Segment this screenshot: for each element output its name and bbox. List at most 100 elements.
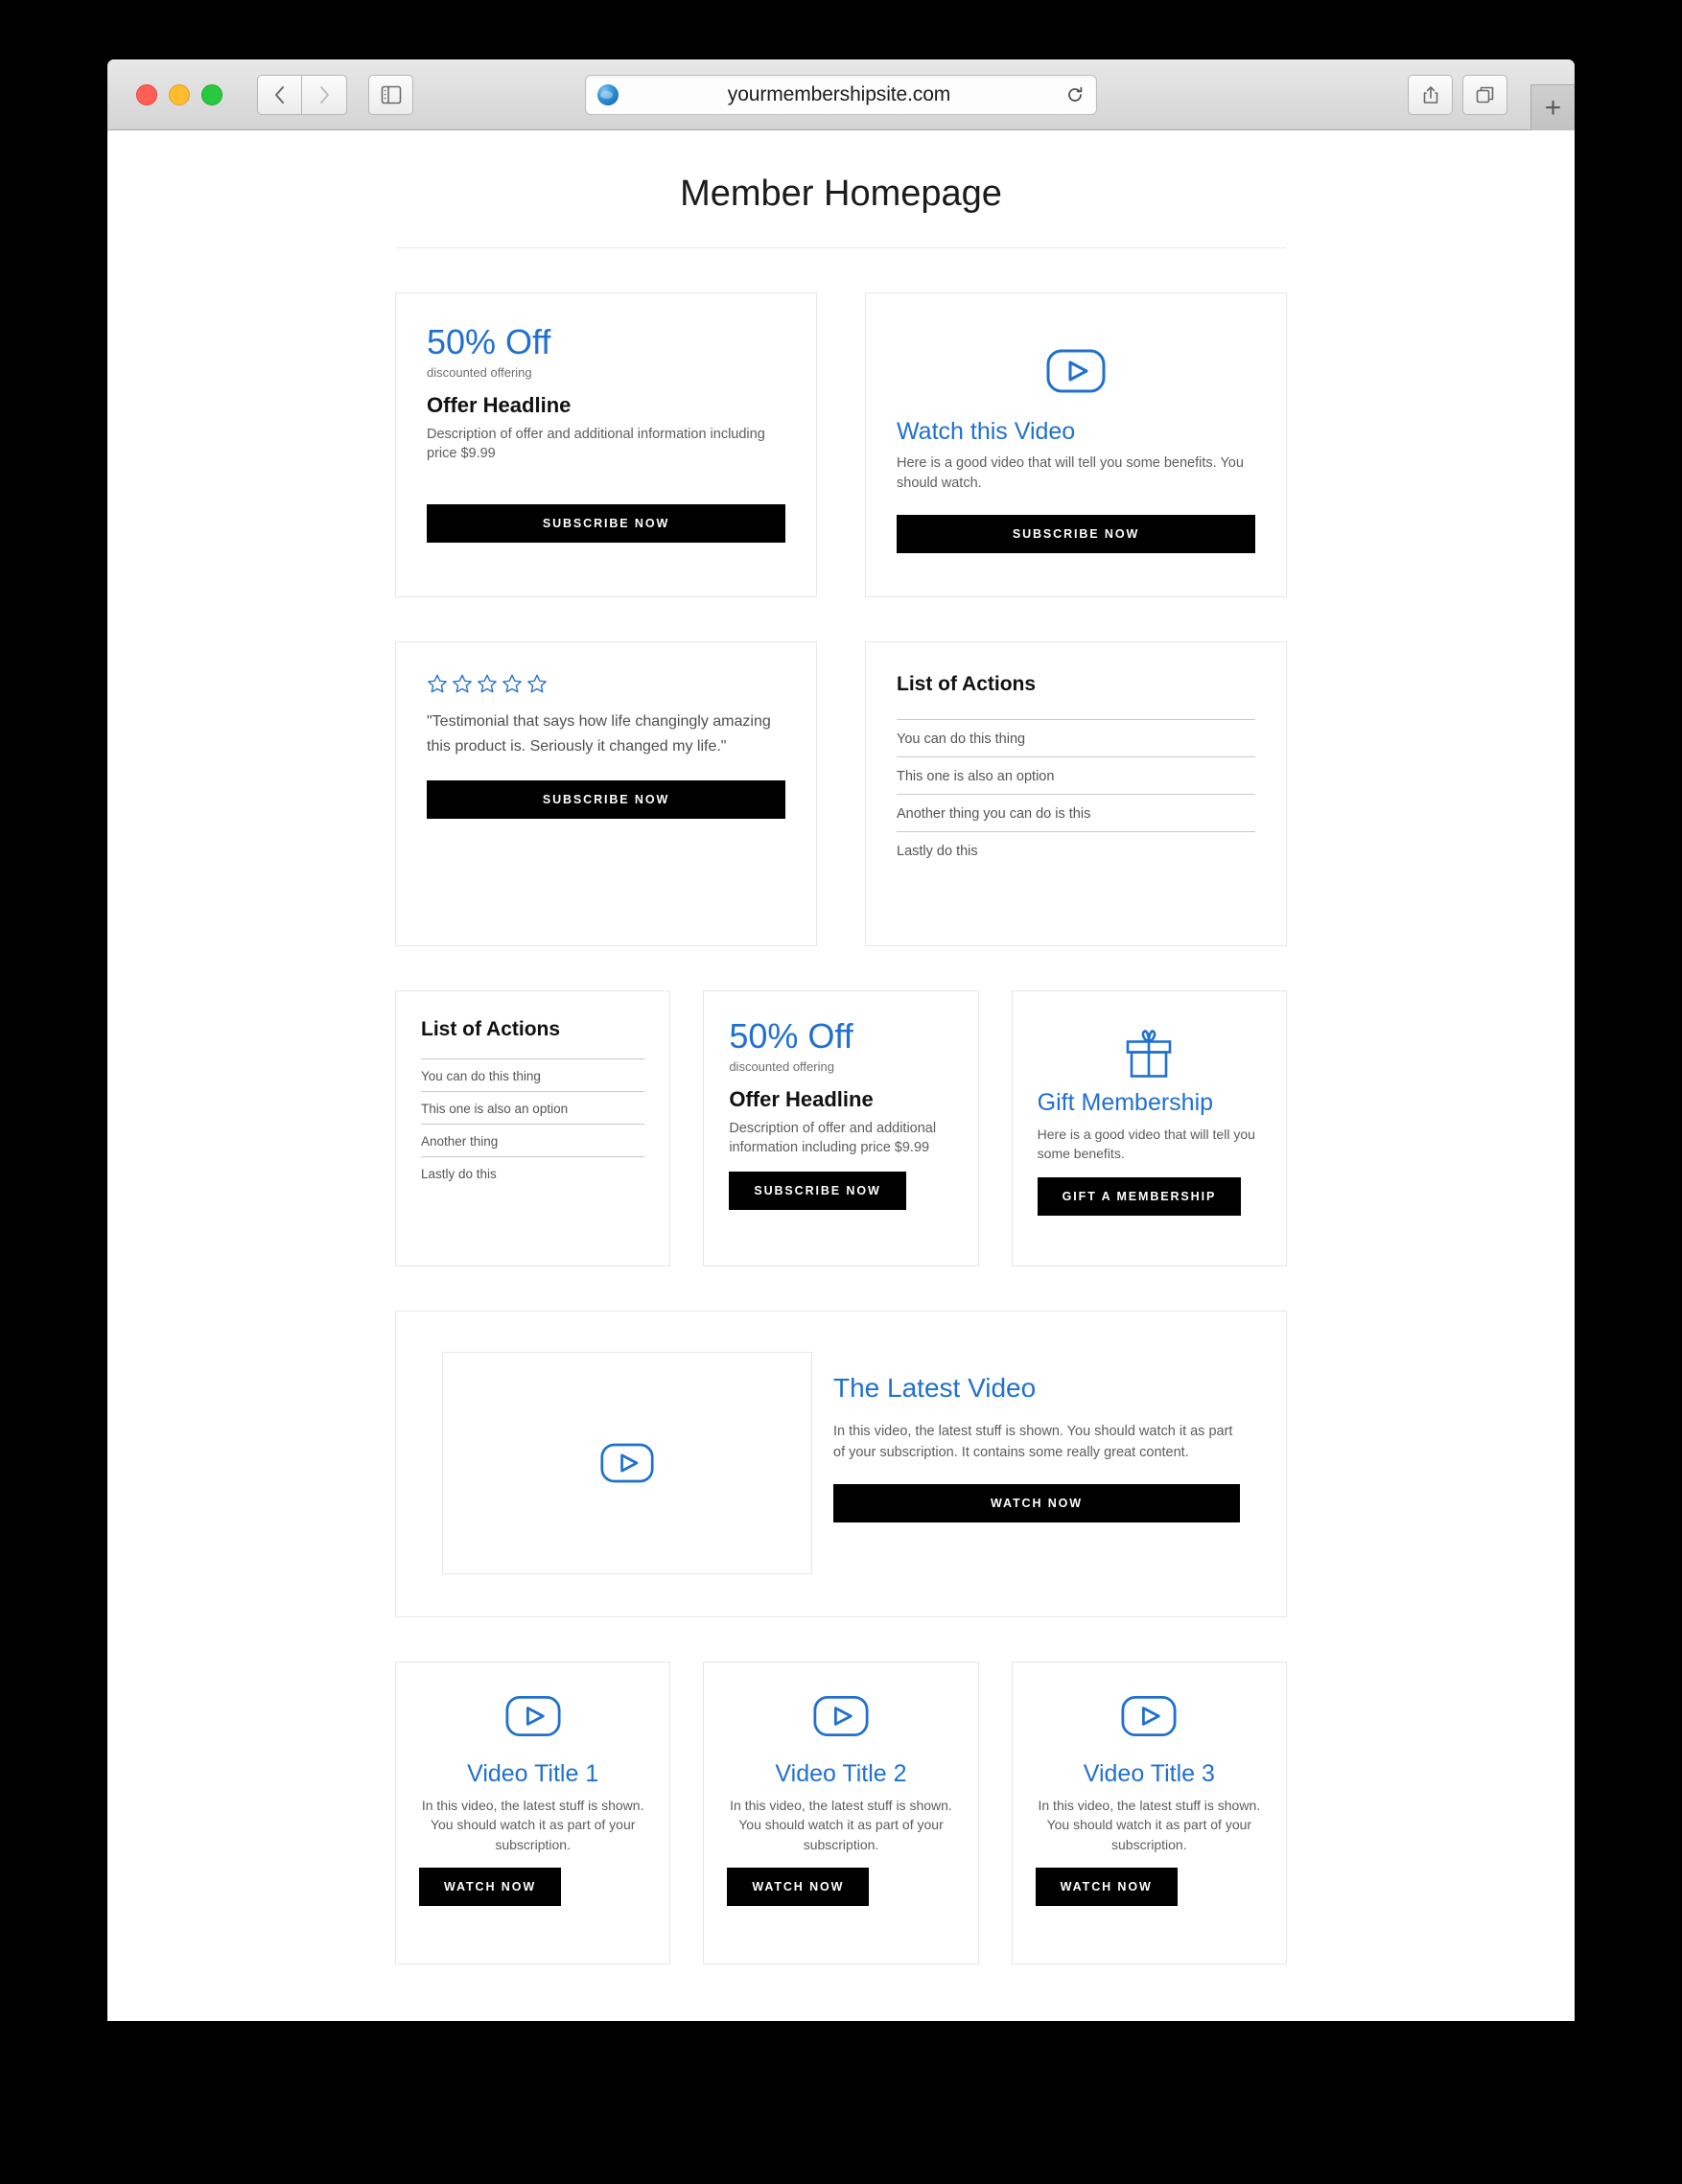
gift-icon[interactable]	[1122, 1028, 1176, 1080]
reload-icon[interactable]	[1065, 85, 1085, 105]
video-card-description: In this video, the latest stuff is shown…	[730, 1798, 952, 1852]
play-video-icon[interactable]	[505, 1695, 561, 1737]
star-icon	[428, 674, 447, 693]
gift-card-description: Here is a good video that will tell you …	[1037, 1127, 1255, 1162]
video-icon-wrap	[727, 1695, 954, 1737]
subscribe-now-button[interactable]: SUBSCRIBE NOW	[897, 515, 1255, 554]
share-icon	[1423, 85, 1437, 104]
forward-chevron-icon	[320, 85, 329, 104]
actions-card-narrow: List of Actions You can do this thing Th…	[395, 990, 671, 1266]
list-item[interactable]: Another thing	[421, 1124, 645, 1156]
show-all-tabs-icon	[1476, 86, 1493, 103]
video-card-title: Video Title 2	[775, 1760, 907, 1787]
play-video-icon[interactable]	[1046, 349, 1106, 393]
star-icon	[478, 674, 497, 693]
back-button[interactable]	[257, 74, 302, 115]
gift-membership-card: Gift Membership Here is a good video tha…	[1011, 990, 1287, 1266]
page-content: Member Homepage 50% Off discounted offer…	[107, 130, 1575, 2021]
row-three-columns: List of Actions You can do this thing Th…	[395, 990, 1287, 1266]
list-item[interactable]: Lastly do this	[897, 831, 1255, 869]
gift-card-title: Gift Membership	[1037, 1089, 1214, 1116]
watch-now-button[interactable]: WATCH NOW	[419, 1867, 562, 1906]
star-icon	[502, 674, 522, 693]
watch-now-button[interactable]: WATCH NOW	[833, 1484, 1240, 1523]
actions-card-title: List of Actions	[421, 1018, 561, 1040]
watch-now-button[interactable]: WATCH NOW	[1035, 1867, 1178, 1906]
latest-video-banner: The Latest Video In this video, the late…	[395, 1311, 1287, 1617]
forward-button[interactable]	[302, 74, 347, 115]
title-divider	[396, 247, 1286, 248]
close-window-button[interactable]	[136, 83, 157, 105]
actions-list: You can do this thing This one is also a…	[897, 719, 1255, 869]
url-text: yourmembershipsite.com	[727, 82, 951, 105]
video-card-title: Video Title 3	[1083, 1760, 1215, 1787]
play-video-icon[interactable]	[813, 1695, 869, 1737]
show-all-tabs-button[interactable]	[1462, 74, 1507, 115]
latest-video-body: The Latest Video In this video, the late…	[833, 1352, 1240, 1576]
star-rating	[427, 673, 785, 694]
browser-window: yourmembershipsite.com + Member Homepage…	[107, 59, 1575, 2021]
star-icon	[527, 674, 547, 693]
watch-video-description: Here is a good video that will tell you …	[897, 455, 1244, 492]
latest-video-description: In this video, the latest stuff is shown…	[833, 1424, 1233, 1461]
video-card-description: In this video, the latest stuff is shown…	[421, 1798, 644, 1852]
sidebar-button-wrapper	[368, 74, 413, 115]
list-item[interactable]: Lastly do this	[421, 1156, 645, 1189]
video-card: Video Title 2 In this video, the latest …	[703, 1661, 979, 1964]
list-item[interactable]: Another thing you can do is this	[897, 794, 1255, 831]
list-item[interactable]: This one is also an option	[897, 756, 1255, 794]
content-container: 50% Off discounted offering Offer Headli…	[395, 292, 1287, 1964]
testimonial-quote: "Testimonial that says how life changing…	[427, 713, 771, 755]
actions-list: You can do this thing This one is also a…	[421, 1058, 645, 1189]
video-icon-wrap	[419, 1695, 646, 1737]
latest-video-thumbnail[interactable]	[442, 1352, 812, 1574]
browser-toolbar: yourmembershipsite.com +	[107, 59, 1575, 130]
latest-video-title: The Latest Video	[833, 1373, 1037, 1403]
minimize-window-button[interactable]	[169, 83, 190, 105]
new-tab-button[interactable]: +	[1530, 84, 1575, 130]
star-icon	[453, 674, 472, 693]
site-globe-icon	[597, 83, 619, 105]
address-bar[interactable]: yourmembershipsite.com	[585, 74, 1097, 115]
play-video-icon[interactable]	[1121, 1695, 1177, 1737]
share-button[interactable]	[1408, 74, 1453, 115]
list-item[interactable]: This one is also an option	[421, 1091, 645, 1124]
offer-headline: Offer Headline	[427, 392, 572, 417]
watch-video-title: Watch this Video	[897, 418, 1076, 445]
sidebar-toggle-button[interactable]	[368, 74, 413, 115]
sidebar-toggle-icon	[381, 85, 401, 104]
page-title: Member Homepage	[680, 174, 1002, 214]
list-item[interactable]: You can do this thing	[897, 719, 1255, 756]
offer-headline: Offer Headline	[729, 1086, 874, 1111]
actions-card: List of Actions You can do this thing Th…	[865, 641, 1287, 946]
watch-now-button[interactable]: WATCH NOW	[727, 1867, 870, 1906]
offer-card: 50% Off discounted offering Offer Headli…	[395, 292, 817, 597]
toolbar-right-group	[1408, 74, 1507, 115]
video-card-description: In this video, the latest stuff is shown…	[1038, 1798, 1261, 1852]
subscribe-now-button[interactable]: SUBSCRIBE NOW	[729, 1171, 906, 1210]
actions-card-title: List of Actions	[897, 673, 1037, 695]
watch-video-icon-wrap	[897, 349, 1255, 393]
offer-sub-label: discounted offering	[427, 364, 532, 380]
video-card: Video Title 1 In this video, the latest …	[395, 1661, 671, 1964]
row-testimonial-and-actions: "Testimonial that says how life changing…	[395, 641, 1287, 946]
subscribe-now-button[interactable]: SUBSCRIBE NOW	[427, 779, 785, 819]
window-controls	[136, 83, 222, 105]
gift-a-membership-button[interactable]: GIFT A MEMBERSHIP	[1037, 1176, 1242, 1216]
maximize-window-button[interactable]	[201, 83, 222, 105]
navigation-buttons	[257, 74, 347, 115]
offer-percent: 50% Off	[427, 322, 551, 361]
gift-icon-wrap	[1038, 1028, 1261, 1080]
video-icon-wrap	[1036, 1695, 1263, 1737]
offer-description: Description of offer and additional info…	[427, 426, 765, 462]
play-video-icon[interactable]	[600, 1442, 654, 1484]
offer-percent: 50% Off	[729, 1016, 853, 1056]
row-offer-and-video: 50% Off discounted offering Offer Headli…	[395, 292, 1287, 597]
list-item[interactable]: You can do this thing	[421, 1058, 645, 1091]
row-video-cards: Video Title 1 In this video, the latest …	[395, 1661, 1287, 1964]
offer-sub-label: discounted offering	[729, 1058, 834, 1074]
subscribe-now-button[interactable]: SUBSCRIBE NOW	[427, 503, 785, 543]
back-chevron-icon	[274, 85, 284, 104]
offer-card-small: 50% Off discounted offering Offer Headli…	[703, 990, 979, 1266]
watch-video-card: Watch this Video Here is a good video th…	[865, 292, 1287, 597]
